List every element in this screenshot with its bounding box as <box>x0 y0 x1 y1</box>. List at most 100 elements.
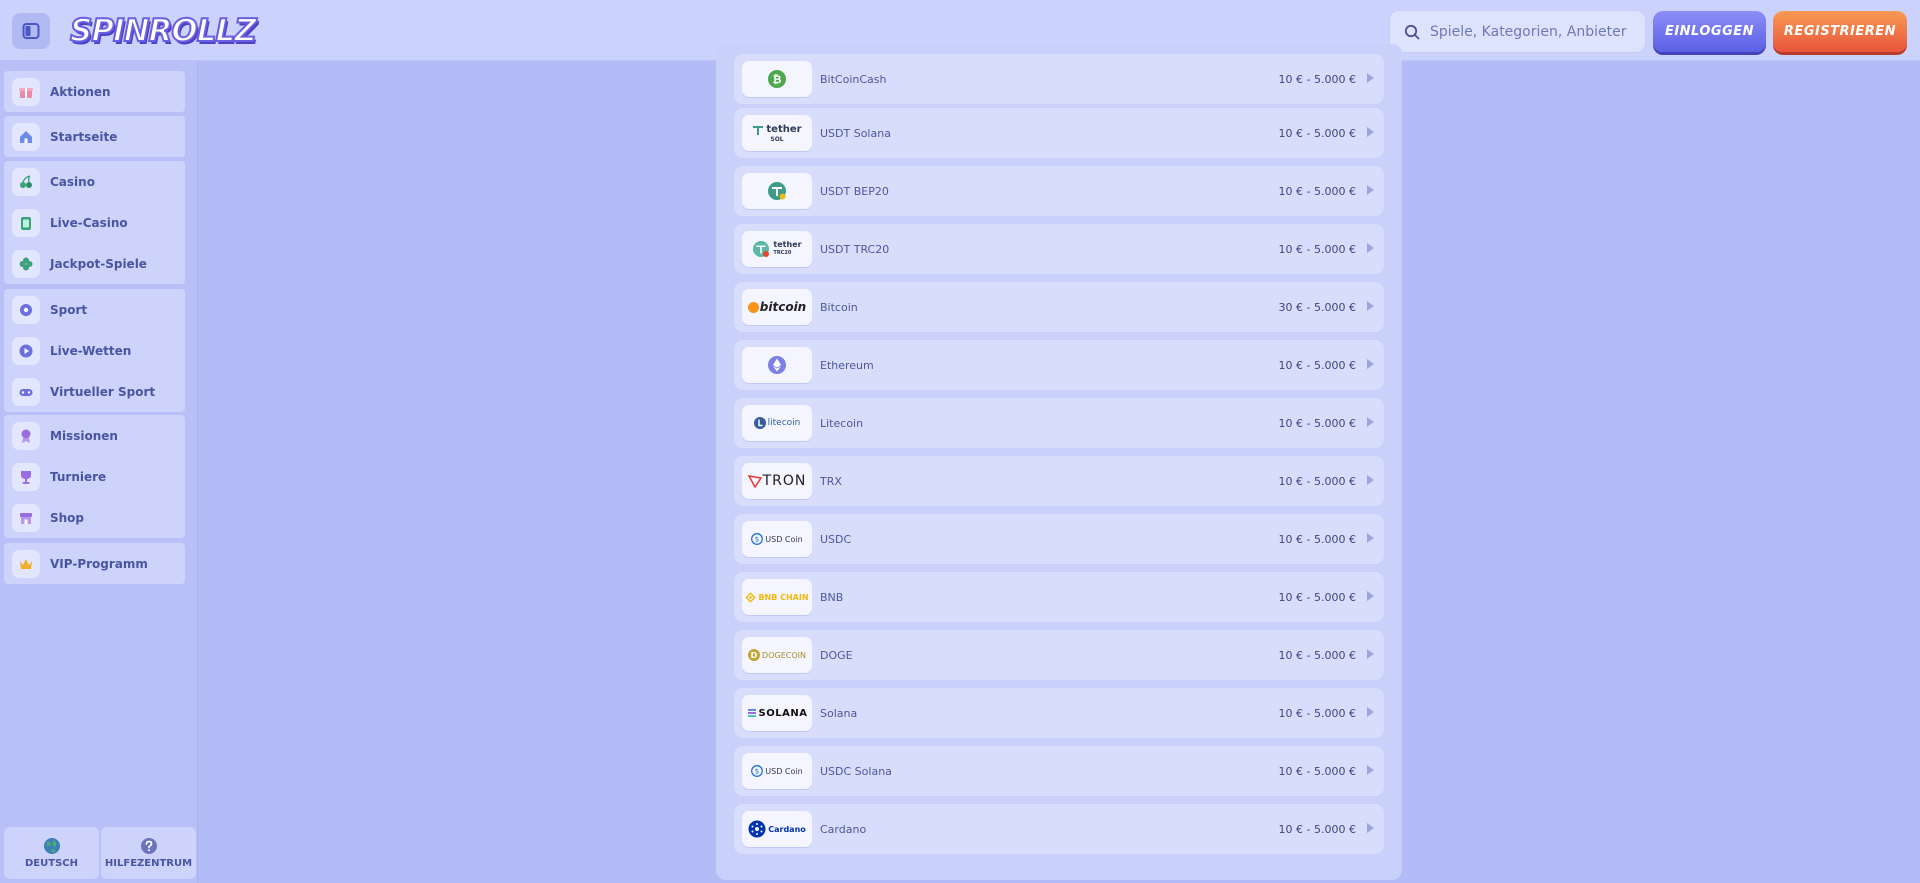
litecoin-logo-text: litecoin <box>767 418 801 428</box>
payment-row-solana[interactable]: SOLANA Solana 10 € - 5.000 € <box>734 688 1384 738</box>
register-button[interactable]: REGISTRIEREN <box>1773 11 1907 52</box>
solana-icon <box>747 709 756 717</box>
payment-row-usdc[interactable]: $ USD Coin USDC 10 € - 5.000 € <box>734 514 1384 564</box>
payment-range: 10 € - 5.000 € <box>1278 184 1356 198</box>
bitcoin-icon <box>747 301 759 313</box>
tron-logo: TRON <box>742 463 812 499</box>
search-icon <box>1404 24 1420 39</box>
nav-group-casino: Casino Live-Casino Jackpot-Spiele <box>4 161 185 284</box>
cardano-logo: Cardano <box>742 811 812 847</box>
payment-name: Solana <box>820 706 858 720</box>
tether-icon <box>753 125 764 135</box>
usdc-logo-text: USD Coin <box>765 766 803 776</box>
help-center-button[interactable]: HILFEZENTRUM <box>101 827 196 879</box>
payment-name: BNB <box>820 590 844 604</box>
payment-row-usdt-trc20[interactable]: tether TRC20 USDT TRC20 10 € - 5.000 € <box>734 224 1384 274</box>
payment-range: 10 € - 5.000 € <box>1278 416 1356 430</box>
payment-name: USDT BEP20 <box>820 184 889 198</box>
sidebar-item-vip-programm[interactable]: VIP-Programm <box>4 543 185 584</box>
sidebar-item-label: Startseite <box>50 129 118 144</box>
ball-icon <box>12 295 40 324</box>
payment-row-doge[interactable]: D DOGECOIN DOGE 10 € - 5.000 € <box>734 630 1384 680</box>
sidebar-item-jackpot-spiele[interactable]: Jackpot-Spiele <box>4 243 185 284</box>
chevron-right-icon <box>1367 823 1374 833</box>
trophy-icon <box>12 462 40 491</box>
chevron-right-icon <box>1367 533 1374 543</box>
sidebar-item-sport[interactable]: Sport <box>4 289 185 330</box>
sidebar-item-shop[interactable]: Shop <box>4 497 185 538</box>
sidebar-item-label: Shop <box>50 510 85 525</box>
payment-name: TRX <box>820 474 842 488</box>
sidebar-item-aktionen[interactable]: Aktionen <box>4 71 185 112</box>
litecoin-logo: litecoin <box>742 405 812 441</box>
payment-row-trx[interactable]: TRON TRX 10 € - 5.000 € <box>734 456 1384 506</box>
chevron-right-icon <box>1367 707 1374 717</box>
bitcoin-logo: bitcoin <box>742 289 812 325</box>
payment-row-usdt-bep20[interactable]: USDT BEP20 10 € - 5.000 € <box>734 166 1384 216</box>
bitcoincash-logo: ₿ <box>742 61 812 97</box>
crown-icon <box>12 549 40 578</box>
solana-logo: SOLANA <box>742 695 812 731</box>
payment-row-bnb[interactable]: BNB CHAIN BNB 10 € - 5.000 € <box>734 572 1384 622</box>
cardano-icon <box>748 820 766 838</box>
sidebar-item-label: Aktionen <box>50 84 111 99</box>
nav-group-home: Startseite <box>4 116 185 157</box>
sidebar-item-label: Casino <box>50 174 95 189</box>
tether-logo-sub: TRC20 <box>773 250 792 256</box>
payment-row-litecoin[interactable]: litecoin Litecoin 10 € - 5.000 € <box>734 398 1384 448</box>
sidebar-footer: DEUTSCH HILFEZENTRUM <box>4 827 196 879</box>
payment-row-bitcoin[interactable]: bitcoin Bitcoin 30 € - 5.000 € <box>734 282 1384 332</box>
payment-range: 10 € - 5.000 € <box>1278 706 1356 720</box>
sidebar-item-missionen[interactable]: Missionen <box>4 415 185 456</box>
shop-icon <box>12 503 40 532</box>
payment-row-ethereum[interactable]: Ethereum 10 € - 5.000 € <box>734 340 1384 390</box>
payment-range: 10 € - 5.000 € <box>1278 474 1356 488</box>
ethereum-icon <box>768 356 786 374</box>
search-input[interactable] <box>1430 23 1640 40</box>
help-icon <box>140 838 157 854</box>
sidebar-item-startseite[interactable]: Startseite <box>4 116 185 157</box>
sidebar-item-casino[interactable]: Casino <box>4 161 185 202</box>
payment-range: 10 € - 5.000 € <box>1278 822 1356 836</box>
sidebar-item-label: Live-Wetten <box>50 343 132 358</box>
nav-group-missions: Missionen Turniere Shop <box>4 415 185 538</box>
sidebar-item-live-wetten[interactable]: Live-Wetten <box>4 330 185 371</box>
dogecoin-icon: D <box>748 649 761 661</box>
chevron-right-icon <box>1367 359 1374 369</box>
payment-row-usdc-solana[interactable]: $ USD Coin USDC Solana 10 € - 5.000 € <box>734 746 1384 796</box>
login-button[interactable]: EINLOGGEN <box>1653 11 1766 52</box>
bitcoincash-icon: ₿ <box>768 70 786 88</box>
payment-name: USDC <box>820 532 852 546</box>
sidebar-toggle-button[interactable] <box>12 13 50 49</box>
sidebar-item-label: Sport <box>50 302 88 317</box>
ethereum-logo <box>742 347 812 383</box>
language-button[interactable]: DEUTSCH <box>4 827 99 879</box>
usdt-bep20-logo <box>742 173 812 209</box>
payment-name: USDT TRC20 <box>820 242 890 256</box>
nav-group-sport: Sport Live-Wetten Virtueller Sport <box>4 289 185 412</box>
search-box[interactable] <box>1389 10 1646 53</box>
chevron-right-icon <box>1367 301 1374 311</box>
payment-name: USDT Solana <box>820 126 891 140</box>
tron-icon <box>747 475 762 488</box>
payment-row-cardano[interactable]: Cardano Cardano 10 € - 5.000 € <box>734 804 1384 854</box>
globe-icon <box>43 838 60 854</box>
gift-icon <box>12 77 40 106</box>
payment-range: 10 € - 5.000 € <box>1278 648 1356 662</box>
usdc-icon: $ <box>751 533 764 545</box>
site-logo[interactable]: SPINROLLZ <box>69 11 258 51</box>
payment-row-usdt-solana[interactable]: tether SOL USDT Solana 10 € - 5.000 € <box>734 108 1384 158</box>
usdc-solana-logo: $ USD Coin <box>742 753 812 789</box>
sidebar-item-live-casino[interactable]: Live-Casino <box>4 202 185 243</box>
sidebar-item-virtueller-sport[interactable]: Virtueller Sport <box>4 371 185 412</box>
sidebar-item-label: VIP-Programm <box>50 556 148 571</box>
tether-icon <box>753 241 770 257</box>
play-icon <box>12 336 40 365</box>
payment-range: 10 € - 5.000 € <box>1278 590 1356 604</box>
chevron-right-icon <box>1367 417 1374 427</box>
bitcoin-logo-text: bitcoin <box>759 300 807 314</box>
bnb-chain-logo: BNB CHAIN <box>742 579 812 615</box>
payment-row-bitcoincash[interactable]: ₿ BitCoinCash 10 € - 5.000 € <box>734 54 1384 104</box>
payment-name: Cardano <box>820 822 867 836</box>
sidebar-item-turniere[interactable]: Turniere <box>4 456 185 497</box>
